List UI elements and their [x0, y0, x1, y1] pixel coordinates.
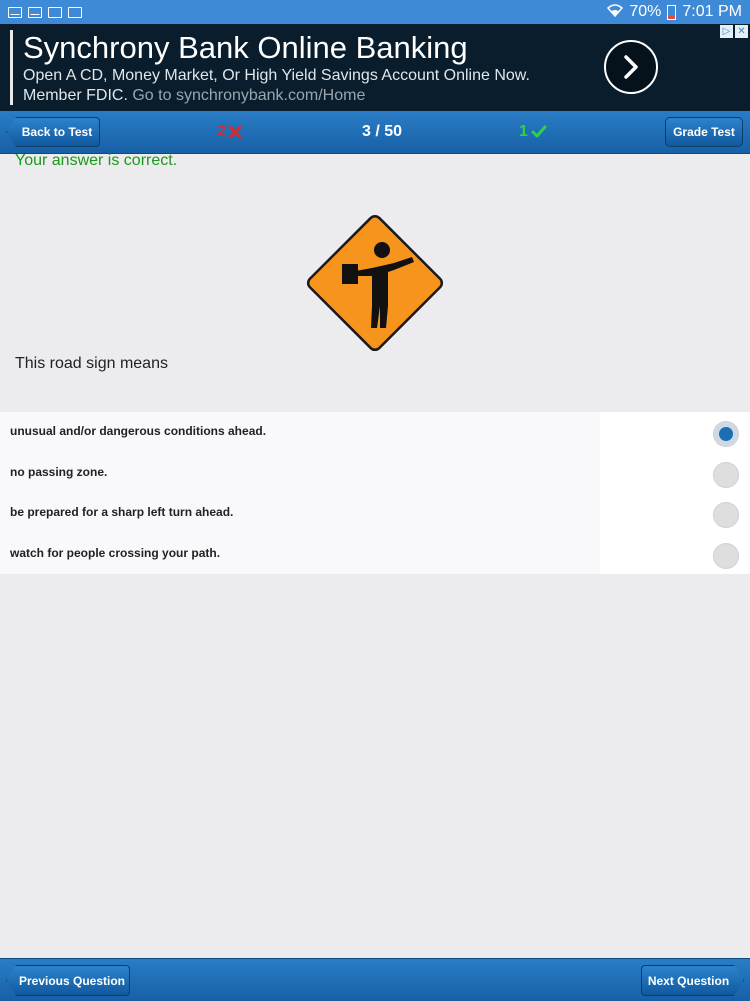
ad-close-icon[interactable]: ✕: [735, 25, 748, 38]
back-to-test-button[interactable]: Back to Test: [6, 117, 100, 147]
answer-option-2[interactable]: no passing zone.: [0, 452, 750, 493]
chevron-right-icon: [624, 55, 638, 79]
test-toolbar: Back to Test 2 3 / 50 1 Grade Test: [0, 111, 750, 154]
ad-banner[interactable]: Synchrony Bank Online Banking Open A CD,…: [0, 24, 750, 111]
answer-option-1[interactable]: unusual and/or dangerous conditions ahea…: [0, 412, 750, 453]
answer-radio[interactable]: [713, 542, 739, 569]
question-progress: 3 / 50: [361, 123, 403, 140]
wrong-count-value: 2: [217, 123, 226, 140]
answer-radio-selected[interactable]: [713, 421, 739, 447]
mail-icon: [28, 6, 42, 18]
next-question-button[interactable]: Next Question: [641, 965, 744, 996]
answer-option-4[interactable]: watch for people crossing your path.: [0, 533, 750, 574]
ad-line-1: Open A CD, Money Market, Or High Yield S…: [23, 67, 530, 84]
system-status: 70% 7:01 PM: [607, 3, 742, 21]
mail-icon: [8, 6, 22, 18]
status-bar: 70% 7:01 PM: [0, 0, 750, 24]
image-icon: [68, 6, 82, 18]
answer-label: be prepared for a sharp left turn ahead.: [10, 505, 234, 519]
ad-choices-icon[interactable]: ▷: [720, 25, 733, 38]
wifi-icon: [607, 4, 624, 20]
ad-open-button[interactable]: [604, 40, 658, 94]
ad-title: Synchrony Bank Online Banking: [23, 30, 468, 65]
ad-link[interactable]: Go to synchronybank.com/Home: [132, 87, 365, 104]
notification-icons: [8, 6, 82, 18]
x-mark-icon: [228, 125, 242, 139]
answer-label: watch for people crossing your path.: [10, 545, 221, 560]
wrong-answers-count: 2: [217, 123, 242, 141]
question-navigation-bar: Previous Question Next Question: [0, 958, 750, 1001]
ad-choices[interactable]: ▷ ✕: [720, 25, 748, 38]
question-text: This road sign means: [15, 355, 168, 372]
clock: 7:01 PM: [682, 3, 742, 20]
answer-label: no passing zone.: [10, 464, 108, 479]
answer-label: unusual and/or dangerous conditions ahea…: [10, 424, 267, 438]
check-mark-icon: [531, 125, 547, 138]
answer-option-3[interactable]: be prepared for a sharp left turn ahead.: [0, 493, 750, 534]
correct-answers-count: 1: [519, 123, 547, 141]
ad-fdic: Member FDIC.: [23, 87, 128, 104]
ad-text-block[interactable]: Synchrony Bank Online Banking Open A CD,…: [10, 30, 600, 105]
answer-feedback: Your answer is correct.: [15, 152, 178, 169]
right-count-value: 1: [519, 123, 528, 140]
answer-radio[interactable]: [713, 502, 739, 528]
answer-radio[interactable]: [713, 461, 739, 488]
image-icon: [48, 6, 62, 18]
grade-test-button[interactable]: Grade Test: [665, 117, 743, 147]
battery-percent: 70%: [629, 3, 662, 20]
battery-icon: [667, 4, 677, 20]
previous-question-button[interactable]: Previous Question: [6, 965, 130, 996]
flagger-sign-icon: [306, 214, 444, 352]
ad-line-2: Member FDIC. Go to synchronybank.com/Hom…: [23, 86, 600, 106]
answer-list: unusual and/or dangerous conditions ahea…: [0, 412, 750, 574]
